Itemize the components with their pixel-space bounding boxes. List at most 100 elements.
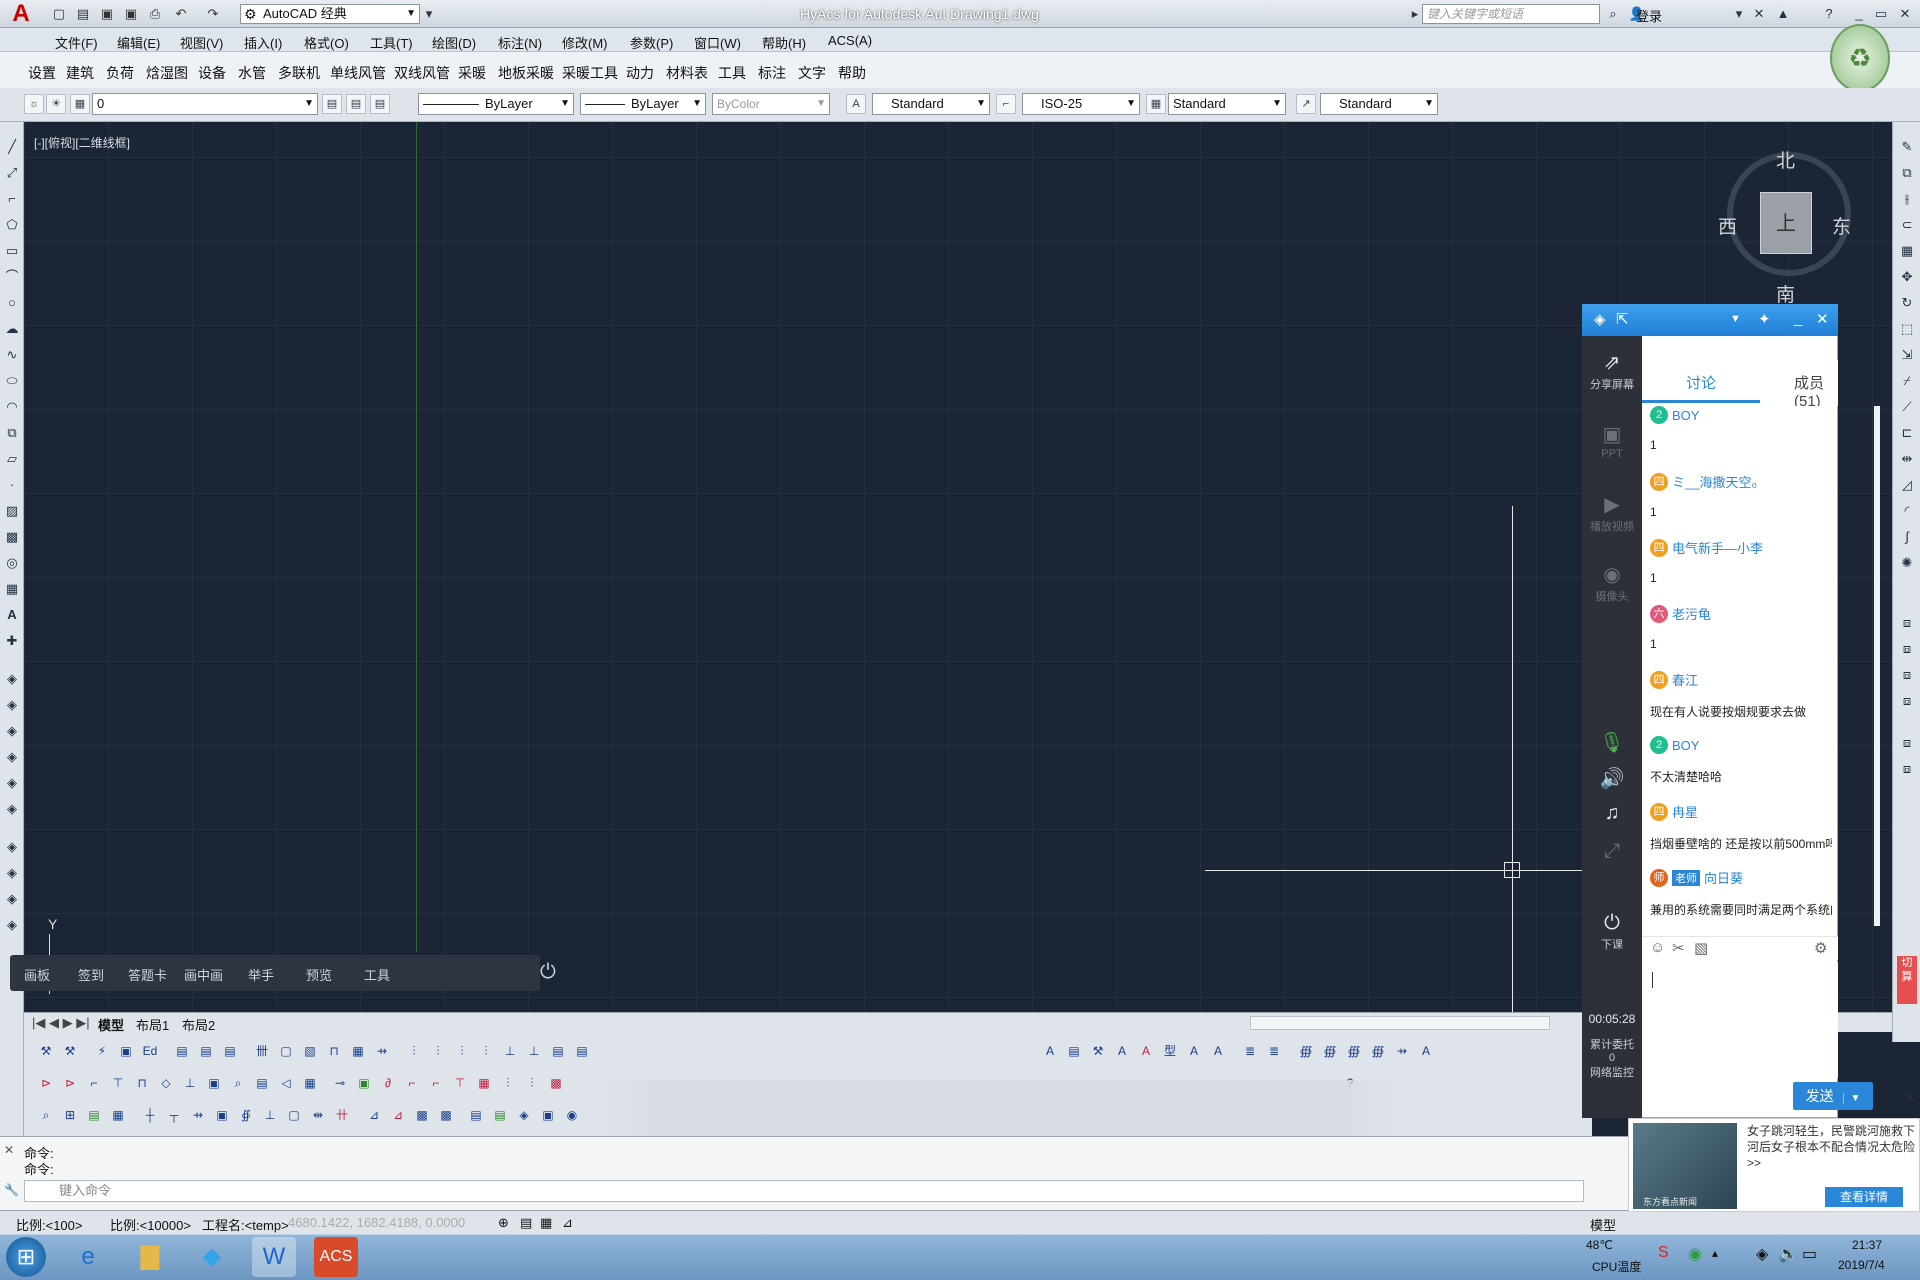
menu-water-pipe[interactable]: 水管 <box>238 63 266 83</box>
menu-heating-tools[interactable]: 采暖工具 <box>562 63 618 83</box>
tool-icon[interactable]: 型 <box>1160 1040 1180 1062</box>
emoji-icon[interactable]: ☺ <box>1650 939 1665 956</box>
meet-answer-card[interactable]: 答题卡 <box>128 965 167 984</box>
chevron-down-icon[interactable]: ▼ <box>1730 313 1741 325</box>
menu-edit[interactable]: 编辑(E) <box>117 33 160 52</box>
tool-icon[interactable]: ◇ <box>156 1072 176 1094</box>
tool-icon[interactable]: A <box>1040 1040 1060 1062</box>
join-icon[interactable]: ⇹ <box>1897 448 1917 470</box>
tool-icon[interactable]: ⚒ <box>36 1040 56 1062</box>
tool-icon[interactable]: ⊥ <box>180 1072 200 1094</box>
break-icon[interactable]: ⊏ <box>1897 422 1917 444</box>
tool-icon[interactable]: ⊿ <box>388 1104 408 1126</box>
save-as-icon[interactable]: ▣ <box>122 5 140 23</box>
tool-icon[interactable]: ▤ <box>172 1040 192 1062</box>
lineweight-combo[interactable]: ByLayer ▼ <box>580 93 706 115</box>
news-popup[interactable]: 东方看点新闻 女子跳河轻生，民警跳河施救下河后女子根本不配合情况太危险>> 查看… <box>1628 1089 1920 1212</box>
tool-icon[interactable]: ∂ <box>378 1072 398 1094</box>
tool-icon[interactable]: ⊸ <box>330 1072 350 1094</box>
tool-icon[interactable]: ⫶ <box>452 1040 472 1062</box>
viewport-label[interactable]: [-][俯视][二维线框] <box>34 134 130 151</box>
status-ratio[interactable]: 比例:<10000> <box>110 1215 191 1234</box>
tool-icon[interactable]: ⊿ <box>364 1104 384 1126</box>
menu-help2[interactable]: 帮助 <box>838 63 866 83</box>
tool-icon[interactable]: ≣ <box>1264 1040 1284 1062</box>
tool-icon[interactable]: ⇸ <box>372 1040 392 1062</box>
tool-icon[interactable]: ⫶ <box>428 1040 448 1062</box>
draworder-icon[interactable]: ⧈ <box>1897 758 1917 780</box>
tool-icon[interactable]: ⇹ <box>308 1104 328 1126</box>
tool-icon[interactable]: ▤ <box>196 1040 216 1062</box>
tool-icon[interactable]: ⊓ <box>132 1072 152 1094</box>
new-file-icon[interactable]: ▢ <box>50 5 68 23</box>
sender-name[interactable]: 电气新手—小李 <box>1672 541 1763 556</box>
mleader-style-combo[interactable]: Standard ▼ <box>1320 93 1438 115</box>
tool-icon[interactable]: ◈ <box>514 1104 534 1126</box>
tool-icon[interactable]: ▢ <box>284 1104 304 1126</box>
help-icon[interactable]: ? <box>1820 5 1838 23</box>
layer-tool-icon[interactable]: ◈ <box>2 694 22 716</box>
tab-nav-icon[interactable]: |◀ ◀ ▶ ▶| <box>32 1015 90 1031</box>
tool-icon[interactable]: ▣ <box>212 1104 232 1126</box>
a360-icon[interactable]: ▲ <box>1774 5 1792 23</box>
grid-icon[interactable]: ▤ <box>520 1215 532 1231</box>
location-icon[interactable]: ◈ <box>1594 310 1606 328</box>
ie-icon[interactable]: e <box>66 1237 110 1277</box>
text-style-combo[interactable]: Standard ▼ <box>872 93 990 115</box>
tool-icon[interactable]: A <box>1416 1040 1436 1062</box>
tool-icon[interactable]: ⊞ <box>60 1104 80 1126</box>
speaker-button[interactable]: 🔊 <box>1584 766 1640 792</box>
trim-icon[interactable]: ⌿ <box>1897 370 1917 392</box>
chevron-down-icon[interactable]: ▾ <box>420 5 438 23</box>
tool-icon[interactable]: ⊤ <box>108 1072 128 1094</box>
menu-params[interactable]: 参数(P) <box>630 33 673 52</box>
tool-icon[interactable]: A <box>1136 1040 1156 1062</box>
menu-view[interactable]: 视图(V) <box>180 33 223 52</box>
layer-tool-icon[interactable]: ◈ <box>2 888 22 910</box>
open-file-icon[interactable]: ▤ <box>74 5 92 23</box>
tool-icon[interactable]: 卄 <box>332 1104 352 1126</box>
tool-icon[interactable]: ▦ <box>348 1040 368 1062</box>
camera-button[interactable]: ◉ 摄像头 <box>1584 562 1640 604</box>
snap-icon[interactable]: ⊕ <box>498 1215 509 1231</box>
layer-tool-icon[interactable]: ◈ <box>2 836 22 858</box>
draworder-icon[interactable]: ⧈ <box>1897 690 1917 712</box>
meet-tools[interactable]: 工具 <box>364 965 390 984</box>
color-combo[interactable]: ByColor ▼ <box>712 93 830 115</box>
text-style-icon[interactable]: A <box>846 94 866 114</box>
tool-icon[interactable]: ⚒ <box>60 1040 80 1062</box>
linetype-combo[interactable]: ByLayer ▼ <box>418 93 574 115</box>
tool-icon[interactable]: A <box>1208 1040 1228 1062</box>
fillet-icon[interactable]: ◜ <box>1897 500 1917 522</box>
tool-icon[interactable]: ⊥ <box>260 1104 280 1126</box>
scissors-icon[interactable]: ✂ <box>1672 939 1685 957</box>
status-scale[interactable]: 比例:<100> <box>16 1215 83 1234</box>
ppt-button[interactable]: ▣ PPT <box>1584 422 1640 460</box>
layer-tool-icon[interactable]: ◈ <box>2 720 22 742</box>
layer-tool-icon[interactable]: ◈ <box>2 746 22 768</box>
chevron-down-icon[interactable]: ▾ <box>1730 5 1748 23</box>
make-block-icon[interactable]: ▱ <box>2 448 22 470</box>
start-button[interactable]: ⊞ <box>6 1237 46 1277</box>
line-icon[interactable]: ╱ <box>2 136 22 158</box>
tool-icon[interactable]: ▤ <box>466 1104 486 1126</box>
meet-checkin[interactable]: 签到 <box>78 965 104 984</box>
tool-icon[interactable]: ▤ <box>490 1104 510 1126</box>
command-input[interactable]: 键入命令 <box>24 1180 1584 1202</box>
draworder-icon[interactable]: ⧈ <box>1897 664 1917 686</box>
sun-icon[interactable]: ☀ <box>46 94 66 114</box>
sender-name[interactable]: BOY <box>1672 738 1699 753</box>
menu-floor-heating[interactable]: 地板采暖 <box>498 63 554 83</box>
polyline-icon[interactable]: ⌐ <box>2 188 22 210</box>
tool-icon[interactable]: ⚒ <box>1088 1040 1108 1062</box>
draworder-icon[interactable]: ⧈ <box>1897 612 1917 634</box>
table-icon[interactable]: ▦ <box>2 578 22 600</box>
minimize-icon[interactable]: _ <box>1794 310 1802 327</box>
dim-style-icon[interactable]: ⌐ <box>996 94 1016 114</box>
status-project[interactable]: 工程名:<temp> <box>202 1215 289 1234</box>
explode-icon[interactable]: ✺ <box>1897 552 1917 574</box>
tool-icon[interactable]: ⊥ <box>524 1040 544 1062</box>
tool-icon[interactable]: ⚡ <box>92 1040 112 1062</box>
tool-icon[interactable]: ▤ <box>1064 1040 1084 1062</box>
undo-icon[interactable]: ↶ <box>172 5 190 23</box>
